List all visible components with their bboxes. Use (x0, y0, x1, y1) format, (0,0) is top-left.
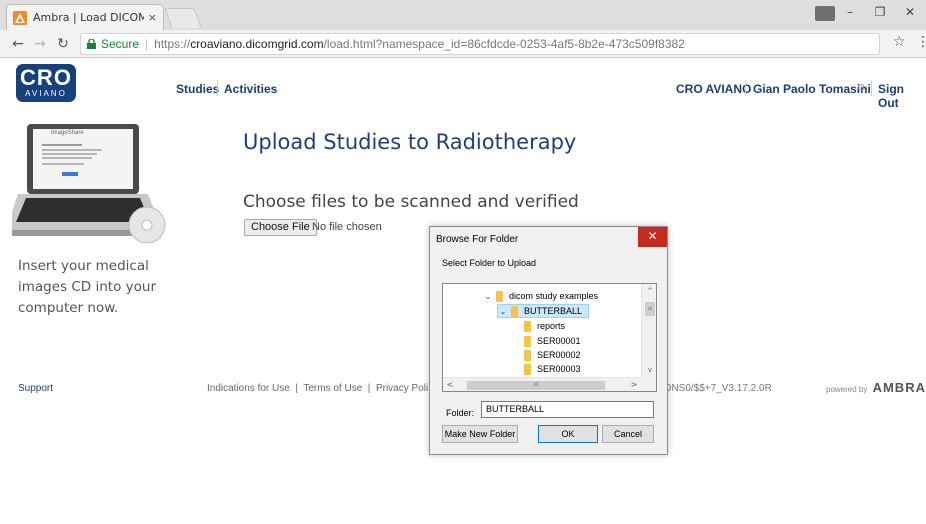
address-bar[interactable]: Secure | https:// croaviano.dicomgrid.co… (80, 33, 880, 55)
tab-title: Ambra | Load DICOM Da (33, 11, 144, 24)
nav-divider (745, 80, 746, 96)
support-link[interactable]: Support (18, 383, 53, 394)
tree-item-label: SER00002 (537, 350, 581, 360)
tree-item-selected[interactable]: ⌄ BUTTERBALL (497, 304, 590, 318)
laptop-screen-title: ImageShare (51, 130, 84, 136)
scrollbar-corner (641, 377, 656, 391)
tree-item-label: SER00001 (537, 336, 581, 346)
logo-sub-text: AVIANO (25, 89, 67, 98)
tree-item[interactable]: SER00003 (524, 362, 581, 376)
address-divider: | (145, 37, 149, 51)
cancel-button[interactable]: Cancel (602, 425, 654, 443)
nav-divider (871, 80, 872, 96)
tree-item[interactable]: reports (524, 319, 565, 333)
back-arrow-icon[interactable]: ← (8, 34, 28, 54)
sign-out-link[interactable]: Sign Out (878, 82, 926, 110)
reload-icon[interactable]: ↻ (53, 34, 73, 54)
file-status-text: No file chosen (312, 221, 382, 233)
folder-field[interactable]: BUTTERBALL (481, 401, 654, 418)
ok-button[interactable]: OK (538, 425, 598, 443)
footer-links[interactable]: Indications for Use | Terms of Use | Pri… (207, 383, 428, 394)
scroll-up-icon[interactable]: ^ (642, 284, 656, 298)
tree-vertical-scrollbar[interactable]: ^ ≡ v (641, 284, 656, 377)
choose-file-button[interactable]: Choose File (244, 219, 317, 236)
user-link[interactable]: Gian Paolo Tomasini (753, 82, 871, 96)
dialog-description: Select Folder to Upload (442, 258, 537, 268)
secure-label: Secure (101, 37, 140, 51)
tree-item-label: BUTTERBALL (524, 306, 583, 316)
tree-item[interactable]: SER00001 (524, 334, 581, 348)
browse-folder-dialog: Browse For Folder ✕ Select Folder to Upl… (429, 226, 668, 455)
chevron-down-icon[interactable]: ⌄ (498, 307, 508, 316)
tree-item[interactable]: SER00002 (524, 348, 581, 362)
folder-tree[interactable]: ⌄ dicom study examples ⌄ BUTTERBALL repo… (442, 283, 657, 392)
window-close-icon[interactable]: ✕ (898, 5, 922, 23)
tree-item-label: SER00003 (537, 364, 581, 374)
tree-item-label: reports (537, 321, 566, 331)
url-path: /load.html?namespace_id=86cfdcde-0253-4a… (323, 37, 685, 51)
profile-icon[interactable] (815, 6, 835, 21)
logo-main-text: CRO (20, 65, 72, 90)
insert-cd-instructions: Insert your medical images CD into your … (18, 258, 156, 316)
tab-close-icon[interactable]: × (148, 11, 157, 24)
powered-by: powered by AMBRA (826, 380, 926, 395)
make-new-folder-button[interactable]: Make New Folder (442, 425, 518, 443)
folder-icon (496, 290, 503, 302)
powered-by-label: powered by (826, 385, 868, 394)
close-icon[interactable]: ✕ (638, 227, 667, 247)
laptop-cd-illustration (12, 124, 166, 244)
nav-divider (217, 80, 218, 96)
org-link[interactable]: CRO AVIANO (676, 82, 751, 96)
new-tab-button[interactable] (164, 8, 202, 28)
choose-files-heading: Choose files to be scanned and verified (243, 192, 579, 212)
cro-aviano-logo[interactable]: CRO AVIANO (16, 64, 76, 102)
folder-icon (524, 349, 531, 361)
folder-icon (524, 335, 531, 347)
gear-icon[interactable]: ⚙ (857, 83, 866, 94)
tree-item-label: dicom study examples (509, 291, 599, 301)
scroll-thumb[interactable]: III (467, 381, 605, 390)
ambra-favicon-icon (13, 10, 27, 25)
url-host: croaviano.dicomgrid.com (190, 37, 324, 51)
url-scheme: https:// (154, 37, 191, 51)
nav-studies[interactable]: Studies (176, 82, 219, 96)
scroll-down-icon[interactable]: v (642, 363, 656, 377)
star-icon[interactable]: ☆ (893, 34, 906, 50)
tree-horizontal-scrollbar[interactable]: < III > (443, 377, 641, 391)
nav-activities[interactable]: Activities (224, 82, 277, 96)
scroll-left-icon[interactable]: < (443, 378, 457, 391)
folder-icon (524, 320, 531, 332)
restore-icon[interactable]: ❐ (868, 5, 892, 23)
scroll-right-icon[interactable]: > (627, 378, 641, 391)
menu-dots-icon[interactable]: ⋮ (916, 34, 926, 50)
lock-icon (87, 39, 96, 49)
folder-field-label: Folder: (446, 408, 475, 418)
address-toolbar: ← → ↻ Secure | https:// croaviano.dicomg… (0, 30, 926, 58)
forward-arrow-icon[interactable]: → (30, 34, 50, 54)
version-string: ITIONS0/$$+7_V3.17.2.0R (652, 383, 772, 394)
dialog-title: Browse For Folder (436, 234, 519, 245)
chevron-down-icon[interactable]: ⌄ (483, 292, 493, 301)
folder-icon (511, 305, 518, 317)
folder-icon (524, 363, 531, 375)
ambra-brand-logo[interactable]: AMBRA (873, 380, 926, 395)
tree-item[interactable]: ⌄ dicom study examples (483, 289, 598, 303)
browser-tab[interactable]: Ambra | Load DICOM Da × (6, 4, 164, 30)
scroll-thumb[interactable]: ≡ (645, 302, 655, 316)
page-title: Upload Studies to Radiotherapy (243, 130, 577, 154)
minimize-icon[interactable]: – (838, 5, 862, 23)
browser-tab-strip: Ambra | Load DICOM Da × – ❐ ✕ (0, 0, 926, 30)
